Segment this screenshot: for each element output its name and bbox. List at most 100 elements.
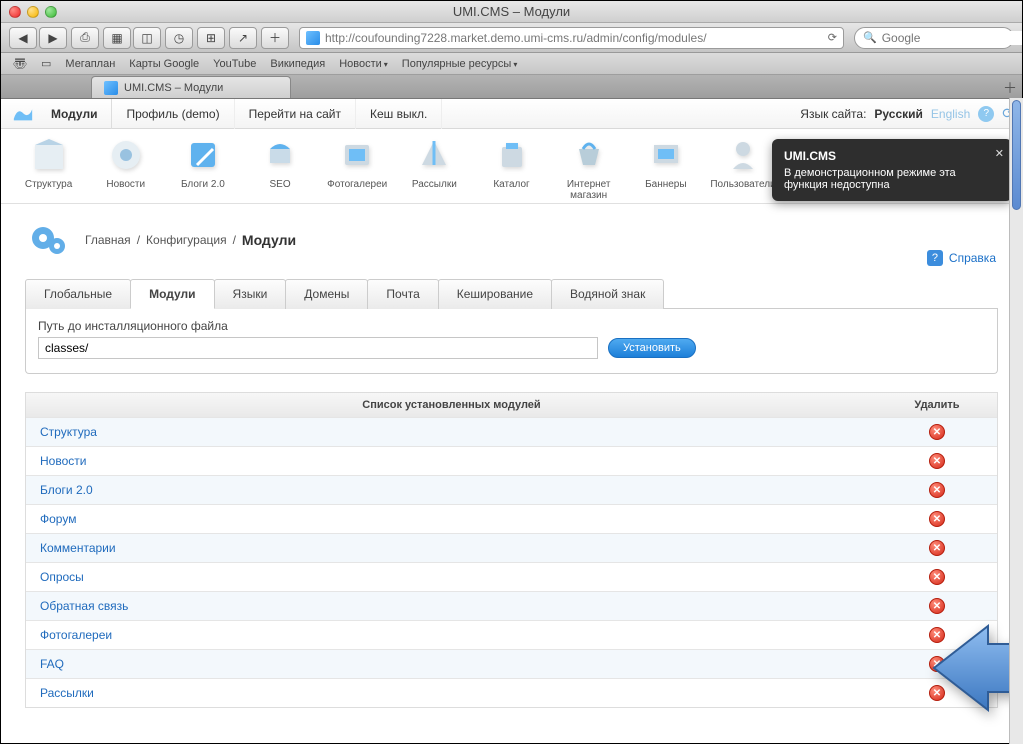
delete-module-icon[interactable]: ✕ — [929, 569, 945, 585]
tab-modules[interactable]: Модули — [130, 279, 214, 309]
delete-module-icon[interactable]: ✕ — [929, 511, 945, 527]
umi-logo-icon[interactable] — [9, 103, 37, 125]
toast-body: В демонстрационном режиме эта функция не… — [784, 167, 986, 191]
search-input[interactable] — [882, 31, 1023, 45]
reload-button[interactable]: ⟳ — [828, 31, 837, 44]
table-row: Структура ✕ — [26, 417, 997, 446]
table-header-delete: Удалить — [877, 393, 997, 417]
history-button[interactable]: ◷ — [165, 27, 193, 49]
delete-module-icon[interactable]: ✕ — [929, 482, 945, 498]
language-russian[interactable]: Русский — [874, 107, 923, 121]
config-gear-icon — [25, 216, 73, 264]
delete-module-icon[interactable]: ✕ — [929, 424, 945, 440]
bookmarks-bar: 〠 ▭ Мегаплан Карты Google YouTube Википе… — [1, 53, 1022, 75]
table-row: Новости ✕ — [26, 446, 997, 475]
window-titlebar: UMI.CMS – Модули — [1, 1, 1022, 23]
umi-menu-modules[interactable]: Модули — [37, 99, 112, 129]
module-link[interactable]: Блоги 2.0 — [40, 483, 93, 497]
print-button[interactable]: ⎙ — [71, 27, 99, 49]
bookmark[interactable]: Википедия — [270, 58, 325, 70]
language-english[interactable]: English — [931, 107, 970, 121]
tab-mail[interactable]: Почта — [367, 279, 438, 309]
tab-caching[interactable]: Кеширование — [438, 279, 552, 309]
delete-module-icon[interactable]: ✕ — [929, 453, 945, 469]
page-scrollbar[interactable] — [1009, 98, 1023, 744]
modules-icon-bar: Структура Новости Блоги 2.0 SEO Фотогале… — [1, 129, 1022, 204]
config-tabs: Глобальные Модули Языки Домены Почта Кеш… — [25, 278, 998, 309]
reading-list-icon[interactable]: 〠 — [13, 54, 27, 74]
bookmark[interactable]: YouTube — [213, 58, 256, 70]
new-tab-button[interactable]: ＋ — [998, 78, 1022, 98]
toast-close-icon[interactable]: ✕ — [995, 147, 1004, 160]
umi-menu-cache[interactable]: Кеш выкл. — [356, 99, 442, 129]
help-icon[interactable]: ? — [978, 106, 994, 122]
table-row: Обратная связь ✕ — [26, 591, 997, 620]
umi-top-menu: Модули Профиль (demo) Перейти на сайт Ке… — [1, 99, 1022, 129]
url-input[interactable] — [325, 31, 823, 45]
help-link[interactable]: ? Справка — [927, 250, 996, 266]
module-link[interactable]: Обратная связь — [40, 599, 128, 613]
delete-module-icon[interactable]: ✕ — [929, 540, 945, 556]
scrollbar-thumb[interactable] — [1012, 100, 1021, 210]
back-button[interactable]: ◀ — [9, 27, 37, 49]
site-favicon-icon — [306, 31, 320, 45]
help-badge-icon: ? — [927, 250, 943, 266]
module-link[interactable]: Фотогалереи — [40, 628, 112, 642]
bookmark[interactable]: Карты Google — [129, 58, 199, 70]
module-link[interactable]: Форум — [40, 512, 76, 526]
topsites-button[interactable]: ▦ — [103, 27, 131, 49]
umi-menu-profile[interactable]: Профиль (demo) — [112, 99, 234, 129]
address-bar[interactable]: ⟳ — [299, 27, 844, 49]
module-photogallery[interactable]: Фотогалереи — [320, 135, 395, 201]
bookmark[interactable]: Популярные ресурсы — [402, 58, 518, 70]
module-structure[interactable]: Структура — [11, 135, 86, 201]
browser-toolbar: ◀ ▶ ⎙ ▦ ◫ ◷ ⊞ ↗ ＋ ⟳ 🔍 — [1, 23, 1022, 53]
toast-title: UMI.CMS — [784, 149, 986, 163]
module-users[interactable]: Пользователи — [705, 135, 780, 201]
breadcrumb-config[interactable]: Конфигурация — [146, 233, 227, 247]
table-row: Комментарии ✕ — [26, 533, 997, 562]
module-link[interactable]: FAQ — [40, 657, 64, 671]
table-row: Фотогалереи✕ — [26, 620, 997, 649]
coverflow-button[interactable]: ◫ — [133, 27, 161, 49]
tab-domains[interactable]: Домены — [285, 279, 368, 309]
tab-watermark[interactable]: Водяной знак — [551, 279, 664, 309]
bookmark[interactable]: Новости — [339, 58, 388, 70]
module-news[interactable]: Новости — [88, 135, 163, 201]
bookmark[interactable]: Мегаплан — [65, 58, 115, 70]
table-row: Форум ✕ — [26, 504, 997, 533]
forward-button[interactable]: ▶ — [39, 27, 67, 49]
tab-favicon-icon — [104, 81, 118, 95]
browser-tab[interactable]: UMI.CMS – Модули — [91, 76, 291, 98]
module-link[interactable]: Новости — [40, 454, 86, 468]
module-dispatches[interactable]: Рассылки — [397, 135, 472, 201]
module-blogs[interactable]: Блоги 2.0 — [165, 135, 240, 201]
module-link[interactable]: Опросы — [40, 570, 84, 584]
grid-button[interactable]: ⊞ — [197, 27, 225, 49]
module-eshop[interactable]: Интернет магазин — [551, 135, 626, 201]
install-panel: Путь до инсталляционного файла Установит… — [25, 309, 998, 374]
module-link[interactable]: Структура — [40, 425, 97, 439]
show-all-bookmarks-icon[interactable]: ▭ — [41, 57, 51, 70]
delete-module-icon[interactable]: ✕ — [929, 598, 945, 614]
tab-languages[interactable]: Языки — [214, 279, 287, 309]
install-path-input[interactable] — [38, 337, 598, 359]
search-bar[interactable]: 🔍 — [854, 27, 1014, 49]
site-language-label: Язык сайта: — [800, 107, 866, 121]
module-link[interactable]: Комментарии — [40, 541, 116, 555]
breadcrumb-root[interactable]: Главная — [85, 233, 131, 247]
module-link[interactable]: Рассылки — [40, 686, 94, 700]
add-bookmark-button[interactable]: ＋ — [261, 27, 289, 49]
table-row: Рассылки✕ — [26, 678, 997, 707]
table-header-name: Список установленных модулей — [26, 393, 877, 417]
tab-global[interactable]: Глобальные — [25, 279, 131, 309]
share-button[interactable]: ↗ — [229, 27, 257, 49]
umi-menu-gotosite[interactable]: Перейти на сайт — [235, 99, 356, 129]
module-catalog[interactable]: Каталог — [474, 135, 549, 201]
install-button[interactable]: Установить — [608, 338, 696, 358]
table-row: Блоги 2.0 ✕ — [26, 475, 997, 504]
page-title: Модули — [242, 232, 296, 248]
install-path-label: Путь до инсталляционного файла — [38, 319, 985, 333]
module-seo[interactable]: SEO — [242, 135, 317, 201]
module-banners[interactable]: Баннеры — [628, 135, 703, 201]
